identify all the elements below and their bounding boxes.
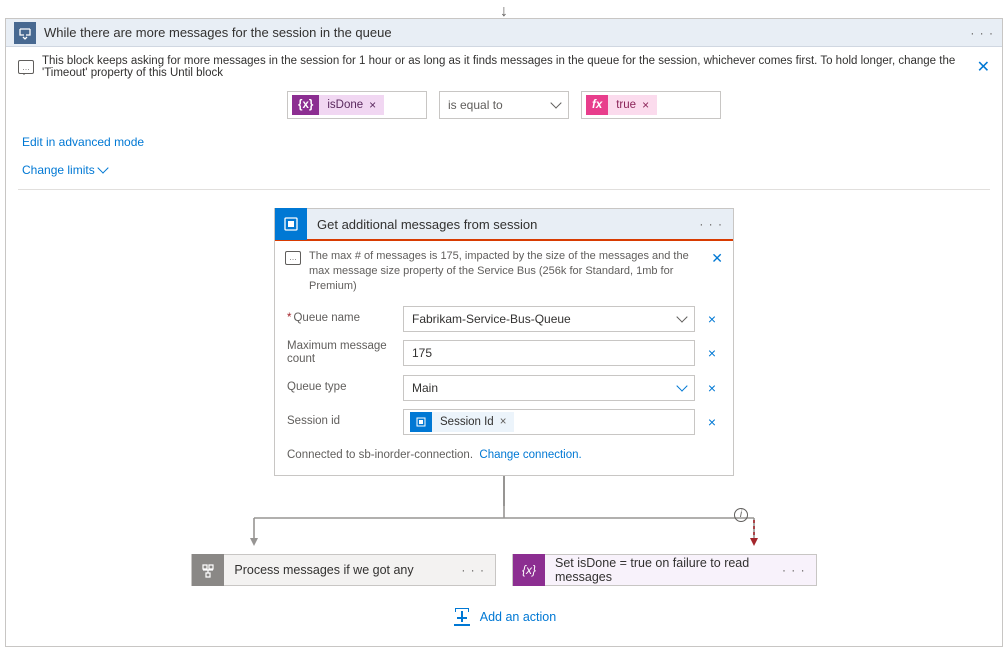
loop-body: Get additional messages from session · ·… (6, 190, 1002, 646)
session-id-row: Session id Session Id × × (275, 405, 733, 439)
max-count-row: Maximum messagecount 175 × (275, 336, 733, 372)
session-id-token[interactable]: Session Id × (410, 412, 514, 432)
variable-icon: {x} (513, 554, 545, 586)
add-action-button[interactable]: Add an action (452, 586, 556, 646)
comment-icon: … (18, 60, 34, 74)
max-count-label: Maximum messagecount (287, 340, 395, 368)
max-count-value: 175 (412, 346, 432, 360)
clear-queue-type-button[interactable]: × (703, 380, 721, 396)
change-connection-link[interactable]: Change connection. (479, 449, 581, 461)
chevron-down-icon (676, 380, 687, 391)
variable-name: isDone (327, 99, 363, 111)
chevron-down-icon (676, 311, 687, 322)
process-messages-action[interactable]: Process messages if we got any · · · (191, 554, 496, 586)
comment-icon: … (285, 251, 301, 265)
set-isdone-action[interactable]: {x} Set isDone = true on failure to read… (512, 554, 817, 586)
connector-line (503, 476, 505, 506)
variable-icon: {x} (292, 95, 319, 115)
until-links: Edit in advanced mode Change limits (6, 131, 1002, 189)
get-messages-info-text: The max # of messages is 175, impacted b… (309, 249, 703, 294)
change-limits-link[interactable]: Change limits (22, 163, 107, 177)
get-messages-header[interactable]: Get additional messages from session · ·… (275, 209, 733, 241)
get-messages-menu[interactable]: · · · (699, 217, 723, 231)
max-count-input[interactable]: 175 (403, 340, 695, 366)
queue-name-label: *Queue name (287, 312, 395, 326)
edit-advanced-mode-link[interactable]: Edit in advanced mode (22, 135, 144, 149)
queue-type-row: Queue type Main × (275, 371, 733, 405)
queue-name-value: Fabrikam-Service-Bus-Queue (412, 312, 571, 326)
condition-right-operand[interactable]: fx true × (581, 91, 721, 119)
session-id-token-label: Session Id (440, 416, 494, 428)
expression-token[interactable]: true × (608, 95, 657, 115)
until-loop-menu[interactable]: · · · (970, 26, 994, 40)
queue-type-value: Main (412, 381, 438, 395)
until-loop-title: While there are more messages for the se… (44, 25, 970, 40)
remove-session-token-button[interactable]: × (500, 416, 507, 428)
clear-queue-name-button[interactable]: × (703, 311, 721, 327)
until-info-text: This block keeps asking for more message… (42, 55, 977, 79)
until-loop-card: While there are more messages for the se… (5, 18, 1003, 647)
add-action-label: Add an action (480, 610, 556, 624)
variable-token[interactable]: isDone × (319, 95, 384, 115)
remove-expression-button[interactable]: × (642, 98, 649, 112)
until-loop-icon (14, 22, 36, 44)
clear-session-id-button[interactable]: × (703, 414, 721, 430)
condition-operator-select[interactable]: is equal to (439, 91, 569, 119)
queue-type-select[interactable]: Main (403, 375, 695, 401)
service-bus-icon (410, 412, 432, 432)
expression-value: true (616, 99, 636, 111)
connection-info: Connected to sb-inorder-connection. Chan… (275, 439, 733, 475)
until-loop-header[interactable]: While there are more messages for the se… (6, 19, 1002, 47)
dismiss-inner-info-button[interactable]: ✕ (711, 249, 723, 268)
until-info-bar: … This block keeps asking for more messa… (6, 47, 1002, 87)
get-messages-title: Get additional messages from session (317, 217, 699, 232)
connection-text: Connected to sb-inorder-connection. (287, 449, 473, 461)
queue-name-input[interactable]: Fabrikam-Service-Bus-Queue (403, 306, 695, 332)
queue-name-row: *Queue name Fabrikam-Service-Bus-Queue × (275, 302, 733, 336)
info-icon[interactable]: i (734, 508, 748, 522)
expression-icon: fx (586, 95, 608, 115)
clear-max-count-button[interactable]: × (703, 345, 721, 361)
condition-icon (192, 554, 224, 586)
change-limits-label: Change limits (22, 163, 95, 177)
session-id-label: Session id (287, 415, 395, 429)
condition-row: {x} isDone × is equal to fx true × (6, 87, 1002, 131)
set-isdone-title: Set isDone = true on failure to read mes… (555, 556, 772, 584)
get-messages-card: Get additional messages from session · ·… (274, 208, 734, 476)
condition-left-operand[interactable]: {x} isDone × (287, 91, 427, 119)
set-isdone-menu[interactable]: · · · (772, 563, 816, 577)
get-messages-info: … The max # of messages is 175, impacted… (275, 241, 733, 302)
process-messages-menu[interactable]: · · · (451, 563, 495, 577)
dismiss-info-button[interactable]: ✕ (977, 57, 990, 77)
chevron-down-icon (97, 162, 108, 173)
operator-label: is equal to (448, 98, 503, 112)
session-id-input[interactable]: Session Id × (403, 409, 695, 435)
branch-connector: i (124, 506, 884, 554)
add-action-icon (452, 608, 472, 626)
session-id-token-body: Session Id × (432, 412, 514, 432)
remove-variable-button[interactable]: × (369, 98, 376, 112)
process-messages-title: Process messages if we got any (234, 563, 451, 577)
chevron-down-icon (550, 97, 561, 108)
branch-boxes: Process messages if we got any · · · {x}… (187, 554, 820, 586)
service-bus-icon (275, 208, 307, 240)
queue-type-label: Queue type (287, 381, 395, 395)
